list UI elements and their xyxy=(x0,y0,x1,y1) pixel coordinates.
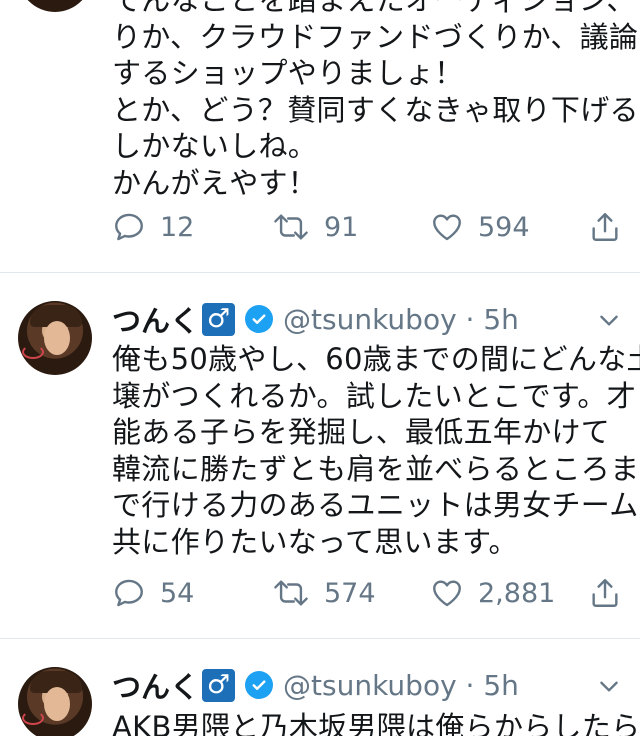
user-name[interactable]: つんく xyxy=(112,664,199,706)
tweet-text-line: AKB男隈と乃木坂男隈は俺らからしたら xyxy=(112,710,640,736)
share-icon xyxy=(592,213,618,241)
share-icon xyxy=(592,579,618,607)
verified-icon xyxy=(245,671,274,699)
tweet-text-line: しかないしね。 xyxy=(112,129,318,163)
like-count: 594 xyxy=(478,211,530,243)
male-badge-icon: ♂ xyxy=(202,668,236,702)
reply-button[interactable]: 54 xyxy=(112,573,194,613)
reply-count: 12 xyxy=(160,211,195,243)
avatar[interactable] xyxy=(18,301,92,375)
tweet-text-line: かんがえやす！ xyxy=(112,165,318,200)
chevron-down-icon[interactable] xyxy=(596,307,622,333)
retweet-button[interactable]: 91 xyxy=(272,207,358,247)
tweet-actions: 12 91 594 xyxy=(112,207,624,247)
like-button[interactable]: 2,881 xyxy=(430,573,555,613)
tweet-text-line: 共に作りたいなって思います。 xyxy=(112,524,518,559)
tweet-header: つんく ♂ @tsunkuboy · 5h xyxy=(112,665,519,705)
tweet-text-line: 能ある子らを発掘し、最低五年かけて xyxy=(112,415,611,449)
reply-icon xyxy=(115,213,143,241)
retweet-count: 91 xyxy=(324,211,359,243)
tweet-text-line: 俺も50歳やし、60歳までの間にどんな土 xyxy=(112,342,640,376)
tweet-text: AKB男隈と乃木坂男隈は俺らからしたら xyxy=(112,709,640,736)
tweet-text-line: 壌がつくれるか。試したいとこです。才 xyxy=(112,378,636,413)
tweet-2[interactable]: つんく ♂ @tsunkuboy · 5h 俺も50歳やし、60歳までの間にどん… xyxy=(0,273,640,638)
tweet-text-line: でんなことを踏まえたオーディション、 xyxy=(112,0,636,17)
avatar[interactable] xyxy=(18,0,92,12)
share-button[interactable] xyxy=(588,207,622,247)
chevron-down-icon[interactable] xyxy=(596,673,622,699)
reply-button[interactable]: 12 xyxy=(112,207,194,247)
like-count: 2,881 xyxy=(478,577,556,609)
tweet-3[interactable]: つんく ♂ @tsunkuboy · 5h AKB男隈と乃木坂男隈は俺らからした… xyxy=(0,639,640,736)
user-handle[interactable]: @tsunkuboy · 5h xyxy=(283,303,519,336)
tweet-text: 俺も50歳やし、60歳までの間にどんな土 壌がつくれるか。試したいとこです。才 … xyxy=(112,341,640,560)
retweet-icon xyxy=(274,580,308,606)
user-handle[interactable]: @tsunkuboy · 5h xyxy=(283,669,519,702)
tweet-actions: 54 574 2,881 xyxy=(112,573,624,613)
avatar[interactable] xyxy=(18,667,92,736)
reply-count: 54 xyxy=(160,577,195,609)
like-icon xyxy=(433,580,461,607)
like-icon xyxy=(433,214,461,241)
tweet-text: でんなことを踏まえたオーディション、 りか、クラウドファンドづくりか、議論 する… xyxy=(112,0,639,201)
retweet-button[interactable]: 574 xyxy=(272,573,376,613)
tweet-text-line: で行ける力のあるユニットは男女チーム xyxy=(112,488,639,522)
tweet-header: つんく ♂ @tsunkuboy · 5h xyxy=(112,299,519,339)
retweet-icon xyxy=(274,214,308,240)
reply-icon xyxy=(115,579,143,607)
tweet-text-line: とか、どう？賛同すくなきゃ取り下げる xyxy=(112,92,639,127)
tweet-text-line: 韓流に勝たずとも肩を並べらるところま xyxy=(112,451,640,486)
share-button[interactable] xyxy=(588,573,622,613)
user-name[interactable]: つんく xyxy=(112,298,199,340)
tweet-text-line: りか、クラウドファンドづくりか、議論 xyxy=(112,19,639,54)
retweet-count: 574 xyxy=(324,577,376,609)
male-badge-icon: ♂ xyxy=(202,302,236,336)
tweet-1[interactable]: でんなことを踏まえたオーディション、 りか、クラウドファンドづくりか、議論 する… xyxy=(0,0,640,272)
verified-icon xyxy=(245,305,274,333)
tweet-text-line: するショップやりましょ！ xyxy=(112,56,464,90)
like-button[interactable]: 594 xyxy=(430,207,530,247)
